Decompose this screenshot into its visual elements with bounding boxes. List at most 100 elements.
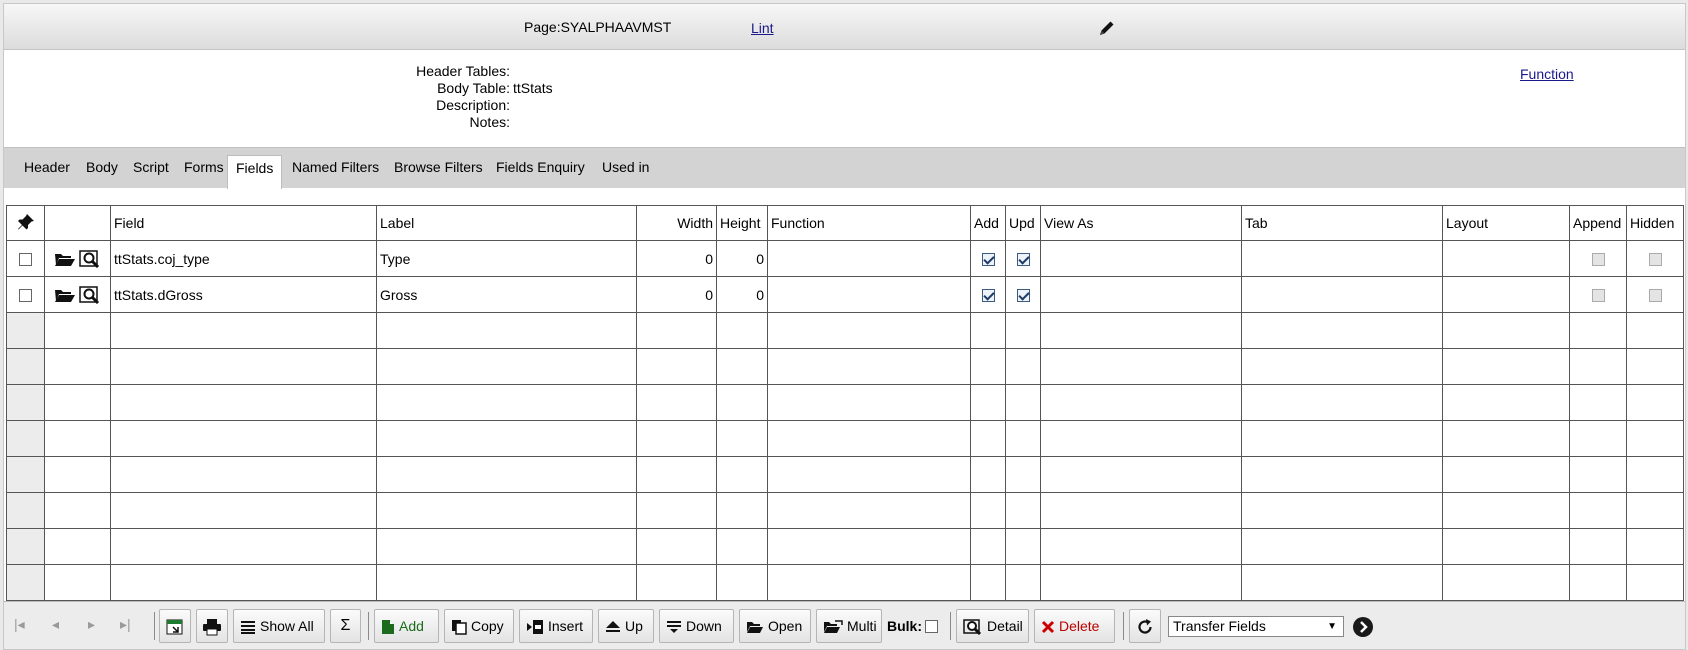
table-row[interactable]: ttStats.coj_type Type 0 0	[6, 240, 1684, 277]
pencil-icon[interactable]	[1097, 18, 1117, 38]
header-tables-label: Header Tables:	[416, 63, 510, 79]
append-checkbox	[1591, 289, 1605, 303]
field-column-header[interactable]: Field	[110, 205, 377, 241]
folder-open-icon[interactable]	[54, 286, 76, 304]
empty-cell	[767, 528, 971, 565]
tab-header[interactable]: Header	[16, 155, 78, 189]
grid-header-row: Field Label Width Height Function Add Up…	[6, 205, 1684, 241]
empty-cell	[1040, 456, 1242, 493]
empty-cell	[1442, 348, 1570, 385]
open-button[interactable]: Open	[739, 609, 811, 643]
tab-named-filters[interactable]: Named Filters	[284, 155, 387, 189]
empty-cell	[716, 564, 768, 601]
empty-cell	[636, 564, 717, 601]
add-column-header[interactable]: Add	[970, 205, 1006, 241]
empty-cell	[716, 348, 768, 385]
append-column-header[interactable]: Append	[1569, 205, 1627, 241]
tab-used-in[interactable]: Used in	[594, 155, 657, 189]
tab-script[interactable]: Script	[125, 155, 177, 189]
upd-checkbox[interactable]	[1016, 289, 1030, 303]
layout-cell	[1442, 240, 1570, 277]
empty-cell	[970, 384, 1006, 421]
down-button[interactable]: Down	[659, 609, 734, 643]
empty-cell	[44, 456, 111, 493]
pin-icon[interactable]	[17, 213, 35, 231]
detail-button[interactable]: Detail	[956, 609, 1029, 643]
first-page-button[interactable]: |◂	[14, 616, 25, 633]
tab-forms[interactable]: Forms	[176, 155, 232, 189]
go-arrow-button[interactable]	[1353, 617, 1373, 637]
empty-cell	[110, 492, 377, 529]
last-page-button[interactable]: ▸|	[120, 616, 131, 633]
add-checkbox[interactable]	[981, 289, 995, 303]
empty-cell	[1241, 312, 1443, 349]
add-button[interactable]: Add	[374, 609, 439, 643]
zoom-detail-icon[interactable]	[79, 285, 101, 304]
zoom-detail-icon[interactable]	[79, 249, 101, 268]
bulk-checkbox[interactable]	[925, 620, 938, 633]
row-gutter	[6, 564, 45, 601]
row-select-checkbox[interactable]	[19, 253, 32, 267]
table-row[interactable]: ttStats.dGross Gross 0 0	[6, 276, 1684, 313]
prev-page-button[interactable]: ◂	[52, 616, 59, 633]
upd-checkbox[interactable]	[1016, 253, 1030, 267]
layout-column-header[interactable]: Layout	[1442, 205, 1570, 241]
row-gutter	[6, 492, 45, 529]
multi-button[interactable]: Multi	[816, 609, 882, 643]
tab-column-header[interactable]: Tab	[1241, 205, 1443, 241]
label-cell: Gross	[376, 276, 637, 313]
function-link[interactable]: Function	[1520, 66, 1574, 82]
empty-cell	[1241, 564, 1443, 601]
view-as-column-header[interactable]: View As	[1040, 205, 1242, 241]
empty-cell	[376, 312, 637, 349]
row-actions-cell	[44, 240, 111, 277]
tab-bar: Header Body Script Forms Fields Named Fi…	[4, 147, 1685, 189]
folder-open-icon[interactable]	[54, 250, 76, 268]
tab-fields[interactable]: Fields	[227, 155, 283, 189]
empty-cell	[376, 420, 637, 457]
pin-column-header[interactable]	[6, 205, 45, 241]
tab-browse-filters[interactable]: Browse Filters	[386, 155, 491, 189]
empty-cell	[636, 312, 717, 349]
empty-cell	[44, 384, 111, 421]
multi-label: Multi	[847, 618, 877, 634]
add-checkbox[interactable]	[981, 253, 995, 267]
width-column-header[interactable]: Width	[636, 205, 717, 241]
function-column-header[interactable]: Function	[767, 205, 971, 241]
tab-body[interactable]: Body	[78, 155, 126, 189]
copy-icon	[452, 620, 467, 636]
delete-button[interactable]: Delete	[1034, 609, 1115, 643]
upd-cell	[1005, 240, 1041, 277]
tab-fields-enquiry[interactable]: Fields Enquiry	[488, 155, 593, 189]
hidden-cell	[1626, 276, 1684, 313]
sum-button[interactable]: Σ	[330, 609, 361, 643]
upd-column-header[interactable]: Upd	[1005, 205, 1041, 241]
height-column-header[interactable]: Height	[716, 205, 768, 241]
empty-cell	[767, 564, 971, 601]
hidden-checkbox	[1648, 289, 1662, 303]
copy-button[interactable]: Copy	[444, 609, 514, 643]
label-column-header[interactable]: Label	[376, 205, 637, 241]
lint-link[interactable]: Lint	[751, 20, 774, 36]
transfer-fields-select[interactable]: Transfer Fields ▼	[1168, 616, 1344, 637]
empty-cell	[1040, 492, 1242, 529]
folder-open-icon	[747, 622, 763, 634]
empty-cell	[110, 348, 377, 385]
print-button[interactable]	[196, 609, 228, 643]
bottom-toolbar: |◂ ◂ ▸ ▸| Show All Σ Add Copy Insert Up …	[4, 601, 1685, 649]
empty-cell	[1241, 492, 1443, 529]
empty-cell	[1569, 348, 1627, 385]
refresh-button[interactable]	[1129, 609, 1161, 643]
up-button[interactable]: Up	[598, 609, 654, 643]
tab-cell	[1241, 240, 1443, 277]
show-all-button[interactable]: Show All	[233, 609, 325, 643]
export-button[interactable]	[159, 609, 191, 643]
row-select-checkbox[interactable]	[19, 289, 32, 303]
insert-button[interactable]: Insert	[519, 609, 593, 643]
table-info-panel: Header Tables: Body Table: ttStats Descr…	[4, 51, 1685, 147]
hidden-column-header[interactable]: Hidden	[1626, 205, 1684, 241]
up-label: Up	[625, 618, 643, 634]
next-page-button[interactable]: ▸	[88, 616, 95, 633]
notes-row: Notes:	[4, 114, 524, 131]
empty-row	[6, 420, 1684, 457]
